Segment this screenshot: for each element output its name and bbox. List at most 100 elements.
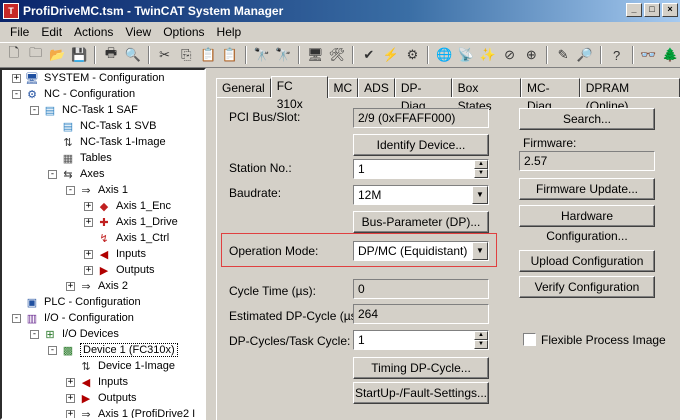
menu-file[interactable]: File	[4, 25, 35, 39]
expand-icon[interactable]: +	[84, 249, 93, 259]
cut-icon[interactable]: ✂	[155, 45, 175, 65]
menu-view[interactable]: View	[119, 25, 157, 39]
collapse-icon[interactable]: -	[12, 313, 21, 323]
tab-dpram-online[interactable]: DPRAM (Online)	[579, 78, 680, 113]
search-button[interactable]: Search...	[519, 108, 655, 130]
tree-item[interactable]: ⇅ Device 1-Image	[66, 358, 175, 374]
expand-icon[interactable]: +	[66, 377, 75, 387]
tree-item[interactable]: ▣ PLC - Configuration	[12, 294, 141, 310]
tree-item[interactable]: - ⊞ I/O Devices	[30, 326, 119, 342]
tree-item[interactable]: - ▤ NC-Task 1 SAF	[30, 102, 138, 118]
tree-item[interactable]: + ✚ Axis 1_Drive	[84, 214, 178, 230]
expand-icon[interactable]: +	[66, 409, 75, 418]
tree-item[interactable]: - ⚙ NC - Configuration	[12, 86, 135, 102]
expand-icon[interactable]: +	[84, 201, 93, 211]
tree-item[interactable]: - ⇆ Axes	[48, 166, 104, 182]
expand-icon[interactable]: +	[66, 281, 75, 291]
tree-item[interactable]: ⇅ NC-Task 1-Image	[48, 134, 165, 150]
tab-mc-diag[interactable]: MC-Diag	[520, 78, 580, 113]
find-icon[interactable]: 🔭	[252, 45, 272, 65]
maximize-button[interactable]: □	[644, 3, 660, 17]
spin-up-icon[interactable]: ▲	[474, 331, 488, 340]
gear-icon[interactable]: ⚙	[403, 45, 423, 65]
upload-config-button[interactable]: Upload Configuration	[519, 250, 655, 272]
open-icon[interactable]: 🗀	[26, 45, 46, 65]
open-folder-icon[interactable]: 📂	[48, 45, 68, 65]
tab-general[interactable]: General	[216, 78, 271, 98]
tab-mc[interactable]: MC	[327, 78, 359, 98]
tree-item[interactable]: + ⇒ Axis 1 (ProfiDrive2 I	[66, 406, 195, 418]
expand-icon[interactable]: +	[84, 217, 93, 227]
zoom-icon[interactable]: 🔎	[575, 45, 595, 65]
expand-icon[interactable]: +	[12, 73, 21, 83]
tree-item[interactable]: ↯ Axis 1_Ctrl	[84, 230, 169, 246]
station-stepper[interactable]: 1 ▲ ▼	[353, 159, 489, 179]
check-icon[interactable]: ✔	[359, 45, 379, 65]
tree-item[interactable]: + ◀ Inputs	[66, 374, 128, 390]
hardware-config-button[interactable]: Hardware Configuration...	[519, 205, 655, 243]
tree-item[interactable]: - ⇒ Axis 1	[66, 182, 128, 198]
close-button[interactable]: ×	[662, 3, 678, 17]
chevron-down-icon[interactable]: ▼	[472, 242, 488, 260]
edit-icon[interactable]: ✎	[553, 45, 573, 65]
menu-help[interactable]: Help	[211, 25, 248, 39]
minimize-button[interactable]: _	[626, 3, 642, 17]
dp-cycles-stepper[interactable]: 1 ▲ ▼	[353, 330, 489, 350]
menu-options[interactable]: Options	[157, 25, 210, 39]
tab-box-states[interactable]: Box States	[451, 78, 521, 113]
stop-icon[interactable]: ⊘	[500, 45, 520, 65]
tree-item[interactable]: + ▶ Outputs	[66, 390, 137, 406]
tree-item[interactable]: + ◀ Inputs	[84, 246, 146, 262]
collapse-icon[interactable]: -	[48, 345, 57, 355]
verify-config-button[interactable]: Verify Configuration	[519, 276, 655, 298]
flexible-image-checkbox[interactable]	[523, 333, 536, 346]
spin-up-icon[interactable]: ▲	[474, 160, 488, 169]
identify-device-button[interactable]: Identify Device...	[353, 134, 489, 156]
bus-parameter-button[interactable]: Bus-Parameter (DP)...	[353, 211, 489, 233]
collapse-icon[interactable]: -	[30, 329, 39, 339]
collapse-icon[interactable]: -	[12, 89, 21, 99]
paste-icon[interactable]: 📋	[198, 45, 218, 65]
save-icon[interactable]: 💾	[69, 45, 89, 65]
tree-item[interactable]: - ▥ I/O - Configuration	[12, 310, 134, 326]
opmode-select[interactable]: DP/MC (Equidistant) ▼	[353, 241, 489, 261]
find-next-icon[interactable]: 🔭	[274, 45, 294, 65]
tree-item[interactable]: ▤ NC-Task 1 SVB	[48, 118, 157, 134]
tree-item[interactable]: + ▶ Outputs	[84, 262, 155, 278]
expand-icon[interactable]: +	[66, 393, 75, 403]
scan-icon[interactable]: 📡	[456, 45, 476, 65]
tab-dp-diag[interactable]: DP-Diag	[394, 78, 452, 113]
wand-icon[interactable]: ✨	[478, 45, 498, 65]
tab-ads[interactable]: ADS	[358, 78, 395, 98]
chevron-down-icon[interactable]: ▼	[472, 186, 488, 204]
spin-down-icon[interactable]: ▼	[474, 340, 488, 349]
insert-icon[interactable]: ⊕	[521, 45, 541, 65]
spin-down-icon[interactable]: ▼	[474, 169, 488, 178]
network-icon[interactable]: 🌐	[434, 45, 454, 65]
timing-dp-cycle-button[interactable]: Timing DP-Cycle...	[353, 357, 489, 379]
tab-fc-310x[interactable]: FC 310x	[270, 76, 328, 111]
tree-item[interactable]: - ▩ Device 1 (FC310x)	[48, 342, 178, 358]
tree-item[interactable]: + ◆ Axis 1_Enc	[84, 198, 171, 214]
tree-item[interactable]: + 🖥 SYSTEM - Configuration	[12, 70, 164, 86]
tree-item[interactable]: ▦ Tables	[48, 150, 112, 166]
glasses-icon[interactable]: 👓	[639, 45, 659, 65]
expand-icon[interactable]: +	[84, 265, 93, 275]
preview-icon[interactable]: 🔍	[123, 45, 143, 65]
tree-item[interactable]: + ⇒ Axis 2	[66, 278, 128, 294]
monitor-icon[interactable]: 🖥	[305, 45, 325, 65]
new-icon[interactable]: 🗋	[4, 45, 24, 65]
tree-icon[interactable]: 🌲	[660, 45, 680, 65]
print-icon[interactable]: 🖶	[101, 45, 121, 65]
menu-actions[interactable]: Actions	[68, 25, 119, 39]
tree-view[interactable]: + 🖥 SYSTEM - Configuration - ⚙ NC - Configura…	[0, 68, 206, 420]
paste-link-icon[interactable]: 📋	[220, 45, 240, 65]
help-icon[interactable]: ?	[607, 45, 627, 65]
activate-icon[interactable]: ⚡	[381, 45, 401, 65]
copy-icon[interactable]: ⎘	[176, 45, 196, 65]
baudrate-select[interactable]: 12M ▼	[353, 185, 489, 205]
collapse-icon[interactable]: -	[30, 105, 39, 115]
startup-fault-settings-button[interactable]: StartUp-/Fault-Settings...	[353, 382, 489, 404]
firmware-update-button[interactable]: Firmware Update...	[519, 178, 655, 200]
collapse-icon[interactable]: -	[48, 169, 57, 179]
